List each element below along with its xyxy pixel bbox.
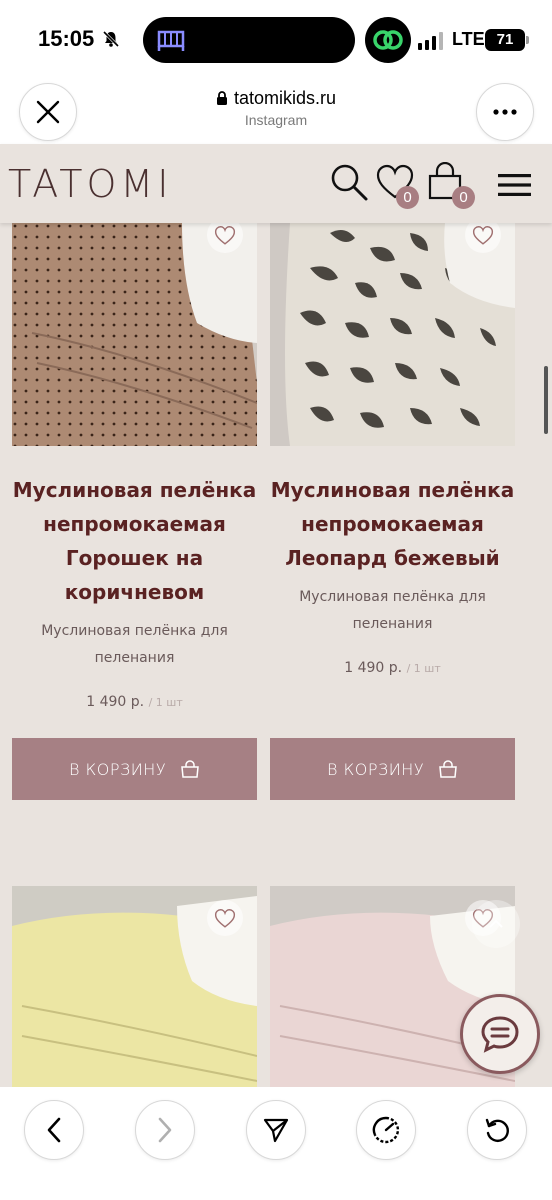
forward-button[interactable] <box>135 1100 195 1160</box>
browser-source: Instagram <box>244 112 308 128</box>
heart-icon <box>214 226 236 245</box>
add-to-cart-button[interactable]: В КОРЗИНУ <box>270 738 515 800</box>
chat-bubble-icon <box>481 1016 519 1053</box>
product-price: 1 490 р. <box>344 660 403 676</box>
product-unit: / 1 шт <box>148 696 183 709</box>
product-card <box>12 886 257 1087</box>
send-icon <box>263 1118 289 1143</box>
product-price-row: 1 490 р. / 1 шт <box>12 694 257 710</box>
signal-icon <box>418 32 443 50</box>
site-header: TATOMI 0 0 <box>0 144 552 223</box>
product-unit: / 1 шт <box>406 662 441 675</box>
browser-toolbar <box>0 1087 552 1200</box>
speed-button[interactable] <box>356 1100 416 1160</box>
chat-button[interactable] <box>460 994 540 1074</box>
more-icon <box>493 109 517 115</box>
more-options-button[interactable] <box>476 83 534 141</box>
shopping-bag-icon <box>439 760 457 778</box>
hamburger-menu-icon[interactable] <box>498 174 531 196</box>
status-bar: 15:05 LTE 71 <box>0 0 552 80</box>
product-image[interactable] <box>270 223 515 446</box>
add-to-cart-label: В КОРЗИНУ <box>68 759 167 779</box>
product-description: Муслиновая пелёнка для пеленания <box>299 589 486 632</box>
chevron-up-icon <box>489 919 503 928</box>
back-button[interactable] <box>24 1100 84 1160</box>
lock-icon <box>216 91 227 105</box>
reload-icon <box>485 1118 509 1142</box>
battery-icon <box>526 36 529 44</box>
heart-icon <box>472 226 494 245</box>
product-grid: Муслиновая пелёнка непромокаемая Горошек… <box>0 223 552 1087</box>
url-domain: tatomikids.ru <box>233 88 337 108</box>
dynamic-island <box>143 17 355 63</box>
scroll-to-top-button[interactable] <box>472 900 520 948</box>
product-description: Муслиновая пелёнка для пеленания <box>41 623 228 666</box>
product-title[interactable]: Муслиновая пелёнка непромокаемая Горошек… <box>8 473 261 609</box>
url-domain-row[interactable]: tatomikids.ru <box>0 88 552 109</box>
heart-icon <box>214 909 236 928</box>
product-price-row: 1 490 р. / 1 шт <box>270 660 515 676</box>
cart-count-badge: 0 <box>452 186 475 209</box>
activity-icon <box>365 17 411 63</box>
shopping-bag-icon <box>181 760 199 778</box>
crib-icon <box>157 30 185 51</box>
chevron-right-icon <box>158 1117 172 1143</box>
add-to-favorites-button[interactable] <box>207 900 243 936</box>
product-card: Муслиновая пелёнка непромокаемая Леопард… <box>270 223 515 803</box>
battery-level: 71 <box>485 29 525 51</box>
share-button[interactable] <box>246 1100 306 1160</box>
bell-muted-icon <box>102 30 120 48</box>
network-type: LTE <box>452 29 485 49</box>
add-to-cart-button[interactable]: В КОРЗИНУ <box>12 738 257 800</box>
site-logo[interactable]: TATOMI <box>8 162 172 206</box>
add-to-cart-label: В КОРЗИНУ <box>326 759 425 779</box>
status-time: 15:05 <box>38 26 95 51</box>
product-card: Муслиновая пелёнка непромокаемая Горошек… <box>12 223 257 803</box>
scrollbar[interactable] <box>544 366 548 434</box>
chevron-left-icon <box>47 1117 61 1143</box>
product-image[interactable] <box>12 223 257 446</box>
reload-button[interactable] <box>467 1100 527 1160</box>
search-icon[interactable] <box>329 162 369 202</box>
favorites-count-badge: 0 <box>396 186 419 209</box>
product-price: 1 490 р. <box>86 694 145 710</box>
browser-bar: tatomikids.ru Instagram <box>0 80 552 144</box>
product-title[interactable]: Муслиновая пелёнка непромокаемая Леопард… <box>266 473 519 575</box>
speedometer-icon <box>372 1116 400 1144</box>
